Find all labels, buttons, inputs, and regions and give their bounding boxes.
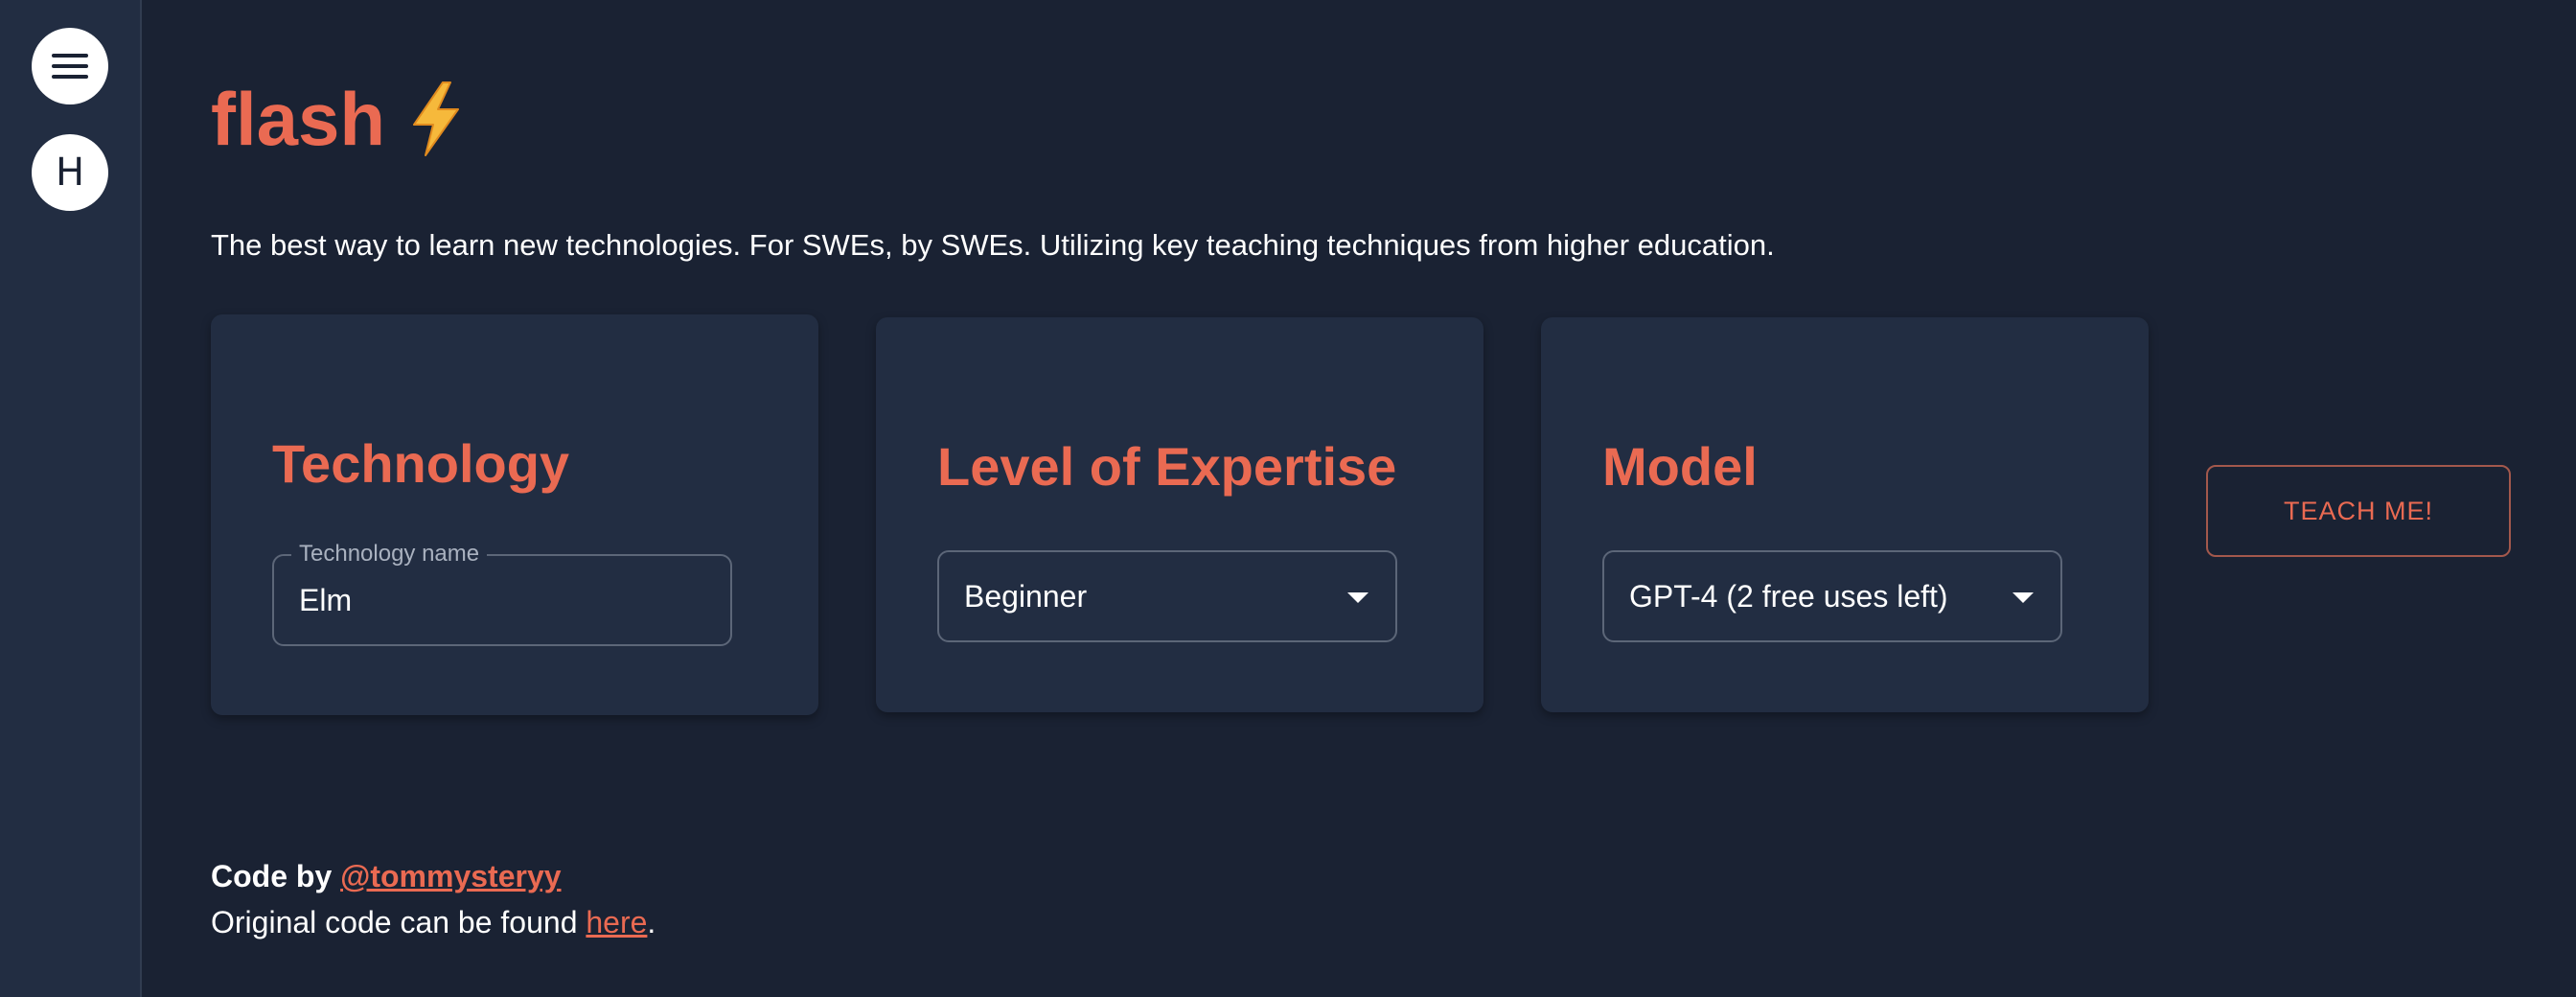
model-selected-value: GPT-4 (2 free uses left) <box>1629 578 1948 614</box>
chevron-down-icon <box>2012 592 2034 603</box>
technology-name-input[interactable]: Technology name Elm <box>272 541 732 646</box>
teach-me-button[interactable]: TEACH ME! <box>2206 465 2511 557</box>
source-here-link[interactable]: here <box>586 905 647 939</box>
technology-name-value: Elm <box>299 582 353 617</box>
footer-source-line: Original code can be found here. <box>211 899 656 945</box>
expertise-select[interactable]: Beginner <box>937 550 1397 642</box>
footer-period: . <box>647 905 656 939</box>
expertise-selected-value: Beginner <box>964 578 1088 614</box>
model-select[interactable]: GPT-4 (2 free uses left) <box>1602 550 2062 642</box>
lightning-bolt-icon <box>413 81 460 156</box>
expertise-card: Level of Expertise Beginner <box>876 317 1484 712</box>
model-card: Model GPT-4 (2 free uses left) <box>1541 317 2149 712</box>
author-link[interactable]: @tommysteryy <box>340 859 561 893</box>
technology-card: Technology Technology name Elm <box>211 314 818 715</box>
tagline: The best way to learn new technologies. … <box>211 228 1775 262</box>
footer: Code by @tommysteryy Original code can b… <box>211 853 656 945</box>
model-heading: Model <box>1602 436 1758 497</box>
code-by-label: Code by <box>211 859 341 893</box>
home-avatar-button[interactable]: H <box>32 134 108 211</box>
hamburger-menu-icon <box>52 54 88 79</box>
page-title: flash <box>211 81 464 157</box>
original-code-text: Original code can be found <box>211 905 586 939</box>
menu-button[interactable] <box>32 28 108 104</box>
expertise-heading: Level of Expertise <box>937 436 1397 497</box>
page-title-text: flash <box>211 77 386 161</box>
technology-name-label: Technology name <box>291 541 488 568</box>
home-avatar-label: H <box>55 151 85 195</box>
chevron-down-icon <box>1347 592 1368 603</box>
sidebar: H <box>0 0 142 997</box>
technology-heading: Technology <box>272 433 570 494</box>
footer-credit-line: Code by @tommysteryy <box>211 853 656 899</box>
